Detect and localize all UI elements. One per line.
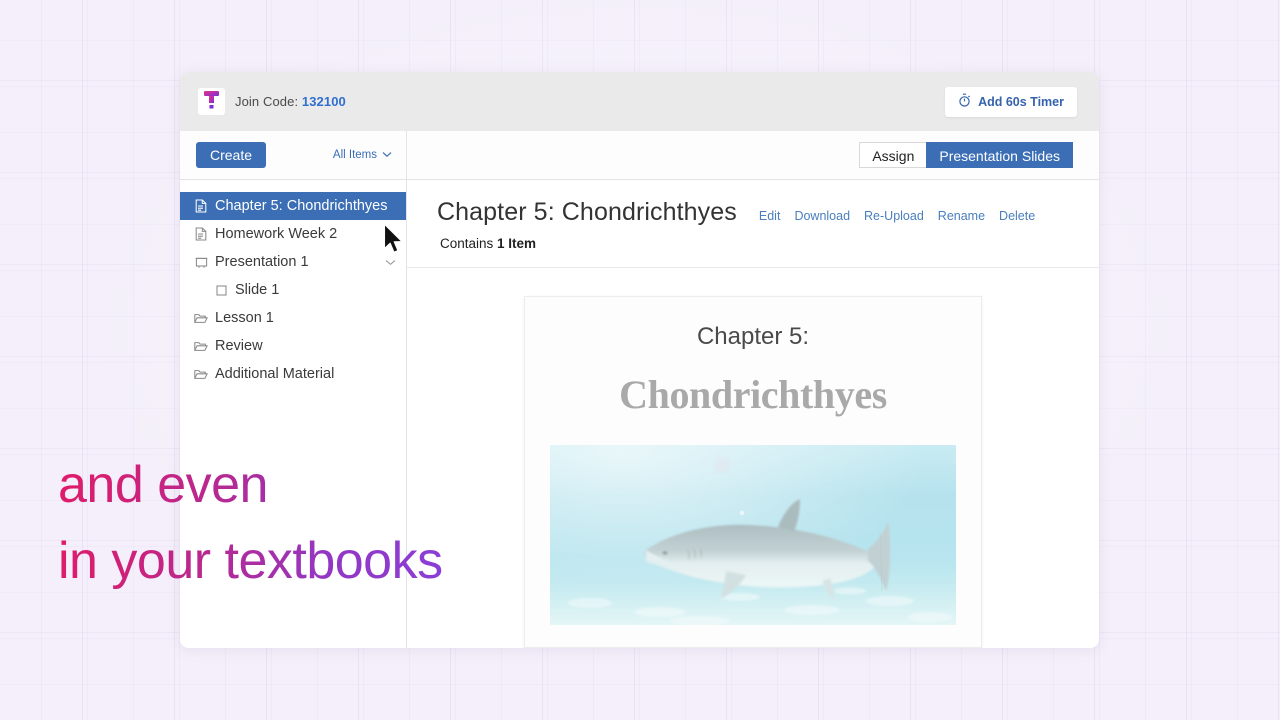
brand-block: Join Code: 132100 bbox=[198, 88, 346, 115]
document-icon bbox=[194, 199, 208, 213]
title-row: Chapter 5: Chondrichthyes Edit Download … bbox=[437, 198, 1073, 227]
create-button[interactable]: Create bbox=[196, 142, 267, 168]
view-tabs: Assign Presentation Slides bbox=[859, 142, 1073, 168]
sidebar-item-presentation-1[interactable]: Presentation 1 bbox=[180, 248, 406, 276]
sidebar-item-label: Presentation 1 bbox=[215, 254, 309, 270]
download-link[interactable]: Download bbox=[794, 209, 850, 223]
sidebar-item-lesson-1[interactable]: Lesson 1 bbox=[180, 304, 406, 332]
content-header: Chapter 5: Chondrichthyes Edit Download … bbox=[407, 180, 1099, 268]
all-items-filter[interactable]: All Items bbox=[333, 149, 392, 161]
sidebar-item-label: Additional Material bbox=[215, 366, 335, 382]
add-timer-label: Add 60s Timer bbox=[978, 94, 1064, 109]
sidebar-item-label: Slide 1 bbox=[235, 282, 280, 298]
tab-assign[interactable]: Assign bbox=[859, 142, 928, 168]
delete-link[interactable]: Delete bbox=[999, 209, 1035, 223]
contains-count: 1 Item bbox=[497, 236, 537, 251]
sidebar-item-chapter-5[interactable]: Chapter 5: Chondrichthyes bbox=[180, 192, 406, 220]
sidebar-item-review[interactable]: Review bbox=[180, 332, 406, 360]
slide-preview[interactable]: Chapter 5: Chondrichthyes bbox=[524, 296, 982, 648]
sidebar-item-label: Chapter 5: Chondrichthyes bbox=[215, 198, 388, 214]
folder-icon bbox=[194, 311, 208, 325]
item-count: Contains 1 Item bbox=[440, 236, 1073, 251]
action-links: Edit Download Re-Upload Rename Delete bbox=[759, 206, 1035, 223]
stopwatch-icon bbox=[958, 93, 971, 110]
main-panel: Chapter 5: Chondrichthyes Edit Download … bbox=[407, 180, 1099, 648]
folder-icon bbox=[194, 339, 208, 353]
presentation-icon bbox=[194, 255, 208, 269]
sidebar-item-label: Lesson 1 bbox=[215, 310, 274, 326]
document-icon bbox=[194, 227, 208, 241]
nearpod-t-logo-icon bbox=[203, 90, 220, 114]
edit-link[interactable]: Edit bbox=[759, 209, 781, 223]
chevron-down-icon[interactable] bbox=[385, 259, 396, 266]
top-bar: Join Code: 132100 Add 60s Timer bbox=[180, 72, 1099, 131]
add-timer-button[interactable]: Add 60s Timer bbox=[945, 86, 1077, 117]
sidebar-item-homework-week-2[interactable]: Homework Week 2 bbox=[180, 220, 406, 248]
chevron-down-icon bbox=[382, 149, 392, 161]
sidebar-item-slide-1[interactable]: Slide 1 bbox=[180, 276, 406, 304]
slide-preview-area: Chapter 5: Chondrichthyes bbox=[407, 268, 1099, 648]
tab-presentation-slides[interactable]: Presentation Slides bbox=[926, 142, 1073, 168]
slide-title-line1: Chapter 5: bbox=[696, 323, 810, 350]
toolbar-right: Assign Presentation Slides bbox=[407, 131, 1099, 179]
toolbar: Create All Items Assign Presentation Sli… bbox=[180, 131, 1099, 180]
sidebar-item-label: Review bbox=[215, 338, 263, 354]
re-upload-link[interactable]: Re-Upload bbox=[864, 209, 924, 223]
toolbar-left: Create All Items bbox=[180, 131, 407, 179]
join-code: Join Code: 132100 bbox=[235, 94, 346, 109]
sidebar-item-additional-material[interactable]: Additional Material bbox=[180, 360, 406, 388]
slide-title-line2: Chondrichthyes bbox=[619, 372, 887, 417]
join-code-label: Join Code: bbox=[235, 94, 299, 109]
join-code-value: 132100 bbox=[301, 94, 346, 109]
page-title: Chapter 5: Chondrichthyes bbox=[437, 198, 737, 226]
caption-overlay: and even in your textbooks bbox=[58, 447, 443, 599]
contains-prefix: Contains bbox=[440, 236, 498, 251]
rename-link[interactable]: Rename bbox=[938, 209, 985, 223]
all-items-label: All Items bbox=[332, 149, 377, 161]
slide-square-icon bbox=[214, 283, 228, 297]
shark-underwater-photo bbox=[550, 445, 956, 625]
folder-icon bbox=[194, 367, 208, 381]
sidebar-item-label: Homework Week 2 bbox=[215, 226, 338, 242]
app-logo bbox=[198, 88, 225, 115]
